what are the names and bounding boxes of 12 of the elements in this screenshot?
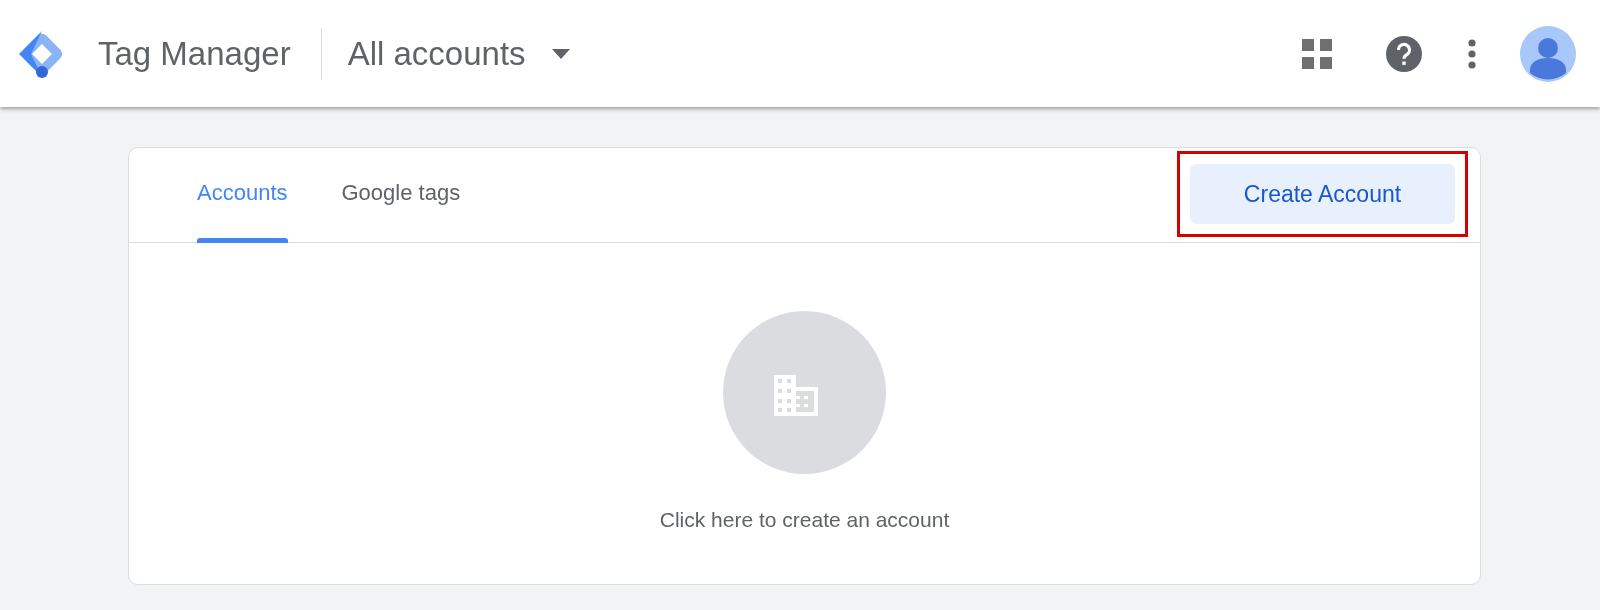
account-avatar[interactable] (1520, 25, 1576, 82)
create-account-link[interactable]: Click here to create an account (659, 508, 950, 532)
create-account-button[interactable]: Create Account (1190, 164, 1455, 224)
apps-grid-icon (1302, 38, 1332, 69)
caret-icon (551, 48, 570, 59)
product-name: Tag Manager (98, 34, 291, 73)
more-vert-icon (1468, 38, 1476, 69)
tab[interactable]: Accounts (197, 148, 288, 242)
account-selector[interactable]: All accounts (347, 34, 570, 73)
help-icon (1386, 35, 1422, 72)
tab[interactable]: Google tags (341, 148, 461, 242)
avatar-icon (1520, 25, 1576, 82)
